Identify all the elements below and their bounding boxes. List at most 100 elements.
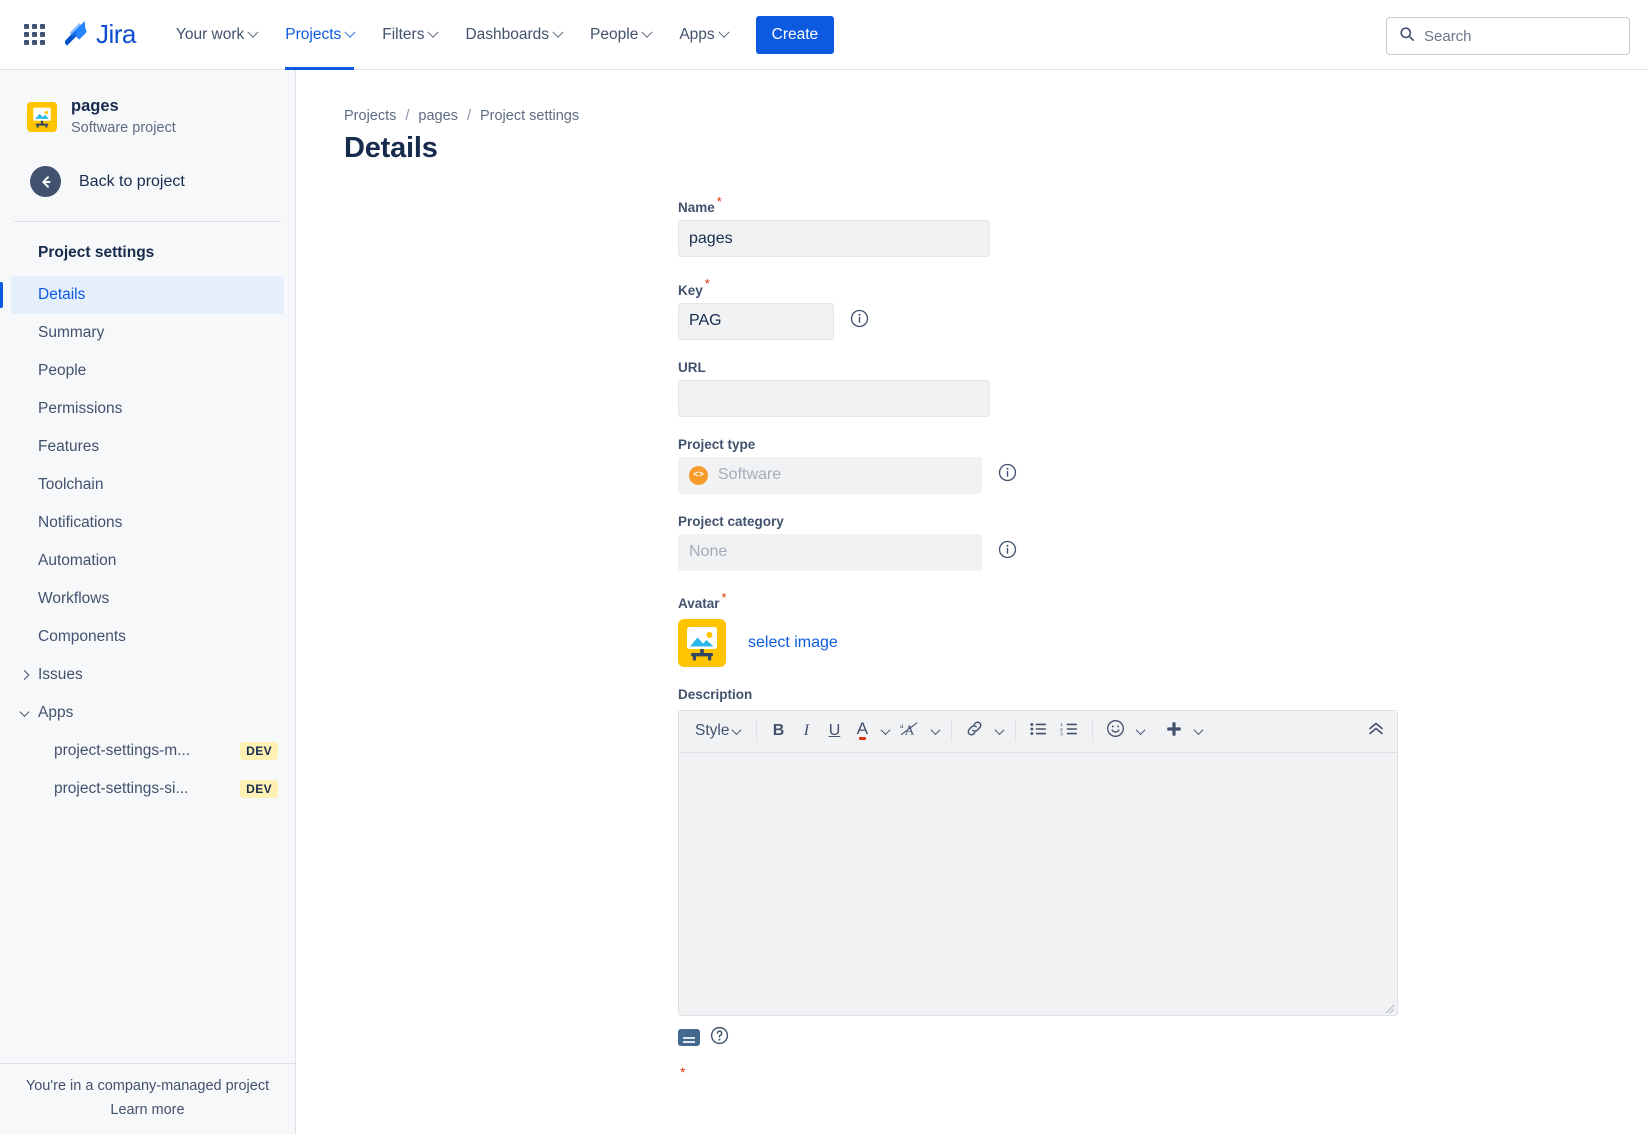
sidebar-item-details[interactable]: Details	[0, 276, 284, 315]
nav-projects[interactable]: Projects	[271, 0, 368, 70]
link-button[interactable]	[959, 716, 990, 746]
learn-more-link[interactable]: Learn more	[0, 1102, 295, 1118]
sidebar-item-summary[interactable]: Summary	[11, 314, 284, 352]
more-formatting-button[interactable]: a A	[894, 716, 926, 746]
help-circle-icon[interactable]	[710, 1026, 729, 1050]
sidebar-item-notifications[interactable]: Notifications	[11, 504, 284, 542]
info-icon[interactable]	[998, 463, 1017, 487]
field-project-type-label: Project type	[678, 436, 756, 452]
required-asterisk: *	[704, 276, 710, 292]
breadcrumb: Projects / pages / Project settings	[296, 70, 1648, 124]
sidebar-item-components[interactable]: Components	[11, 618, 284, 656]
field-project-category: Project category None	[678, 513, 1398, 571]
name-input[interactable]: pages	[678, 220, 990, 258]
link-dropdown[interactable]	[990, 716, 1008, 746]
style-dropdown[interactable]: Style	[686, 716, 749, 746]
field-project-category-label: Project category	[678, 513, 784, 529]
grid-apps-icon[interactable]	[17, 18, 51, 52]
brand-label: Jira	[96, 19, 136, 49]
sidebar-item-label: Features	[38, 438, 100, 456]
nav-filters[interactable]: Filters	[368, 0, 451, 70]
text-color-dropdown[interactable]	[876, 716, 894, 746]
toolbar-separator	[756, 720, 758, 743]
description-textarea[interactable]	[679, 752, 1397, 1015]
sidebar-item-label: Issues	[38, 666, 83, 684]
key-input-value: PAG	[689, 312, 722, 330]
search-box[interactable]: Search	[1386, 17, 1630, 55]
nav-apps[interactable]: Apps	[665, 0, 741, 70]
project-type-input: <> Software	[678, 456, 982, 494]
sidebar-item-app-0[interactable]: project-settings-m... DEV	[11, 732, 284, 770]
sidebar-item-toolchain[interactable]: Toolchain	[11, 466, 284, 504]
underline-icon: U	[828, 722, 841, 740]
nav-projects-label: Projects	[285, 25, 342, 43]
chevron-down-icon	[717, 26, 730, 38]
insert-more-dropdown[interactable]	[1189, 716, 1207, 746]
sidebar-item-people[interactable]: People	[11, 352, 284, 390]
search-input[interactable]: Search	[1424, 28, 1472, 45]
more-formatting-dropdown[interactable]	[926, 716, 944, 746]
chevron-down-icon	[344, 26, 356, 38]
collapse-toolbar-button[interactable]	[1367, 722, 1385, 741]
primary-nav-items: Your work Projects Filters Dashboards Pe…	[162, 0, 742, 70]
url-input[interactable]	[678, 379, 990, 417]
sidebar-item-permissions[interactable]: Permissions	[11, 390, 284, 428]
numbered-list-button[interactable]: 1 2 3	[1054, 716, 1085, 746]
nav-people[interactable]: People	[576, 0, 665, 70]
breadcrumb-projects[interactable]: Projects	[344, 108, 396, 124]
svg-text:a: a	[901, 722, 905, 730]
sidebar-item-label: Workflows	[38, 590, 110, 608]
emoji-button[interactable]	[1100, 716, 1131, 746]
plus-icon	[1165, 720, 1183, 743]
field-avatar-label: Avatar	[678, 595, 720, 611]
italic-button[interactable]: I	[792, 716, 820, 746]
chevron-down-icon	[427, 26, 440, 38]
markdown-badge-icon[interactable]	[678, 1029, 700, 1047]
bold-icon: B	[772, 722, 785, 740]
nav-dashboards-label: Dashboards	[465, 25, 550, 43]
sidebar-item-workflows[interactable]: Workflows	[11, 580, 284, 618]
sidebar-group-issues[interactable]: Issues	[11, 656, 284, 694]
text-color-button[interactable]: A	[848, 716, 876, 746]
nav-people-label: People	[590, 25, 639, 43]
create-button[interactable]: Create	[755, 15, 835, 54]
info-icon[interactable]	[850, 309, 869, 333]
chevron-down-icon	[19, 707, 30, 718]
description-editor: Style B I U A a A 1 2 3	[678, 709, 1398, 1016]
chevron-down-icon	[552, 26, 564, 38]
sidebar-item-automation[interactable]: Automation	[11, 542, 284, 580]
project-header[interactable]: pages Software project	[0, 70, 295, 138]
select-image-link[interactable]: select image	[748, 634, 838, 652]
svg-text:3: 3	[1060, 732, 1063, 737]
status-badge: DEV	[240, 780, 278, 799]
sidebar-item-app-1[interactable]: project-settings-si... DEV	[11, 770, 284, 808]
sidebar-item-label: Details	[38, 286, 86, 304]
sidebar-group-apps[interactable]: Apps	[11, 694, 284, 732]
editor-footer	[678, 1026, 1398, 1050]
chevron-down-icon	[732, 725, 742, 736]
sidebar-item-features[interactable]: Features	[11, 428, 284, 466]
sidebar-nav-list: Details Summary People Permissions Featu…	[0, 276, 295, 808]
underline-button[interactable]: U	[820, 716, 848, 746]
nav-dashboards[interactable]: Dashboards	[451, 0, 576, 70]
key-input[interactable]: PAG	[678, 302, 834, 340]
sidebar-item-label: Notifications	[38, 514, 123, 532]
back-to-project-link[interactable]: Back to project	[0, 138, 295, 198]
chevron-down-icon	[247, 26, 259, 38]
toolbar-separator	[1092, 720, 1094, 743]
avatar[interactable]	[678, 618, 726, 667]
emoji-dropdown[interactable]	[1131, 716, 1149, 746]
page-title: Details	[344, 132, 438, 164]
insert-more-button[interactable]	[1159, 716, 1189, 746]
resize-handle[interactable]	[1383, 1001, 1395, 1014]
info-icon[interactable]	[998, 540, 1017, 564]
breadcrumb-project-settings[interactable]: Project settings	[480, 108, 579, 124]
jira-home-link[interactable]: Jira	[61, 18, 136, 51]
breadcrumb-pages[interactable]: pages	[418, 108, 458, 124]
bullet-list-button[interactable]	[1023, 716, 1054, 746]
project-sidebar: pages Software project Back to project P…	[0, 70, 296, 1134]
bold-button[interactable]: B	[764, 716, 792, 746]
project-details-form: Name * pages Key * PAG URL Project type …	[678, 194, 1398, 1107]
nav-your-work[interactable]: Your work	[162, 0, 271, 70]
sidebar-item-label: People	[38, 362, 87, 380]
